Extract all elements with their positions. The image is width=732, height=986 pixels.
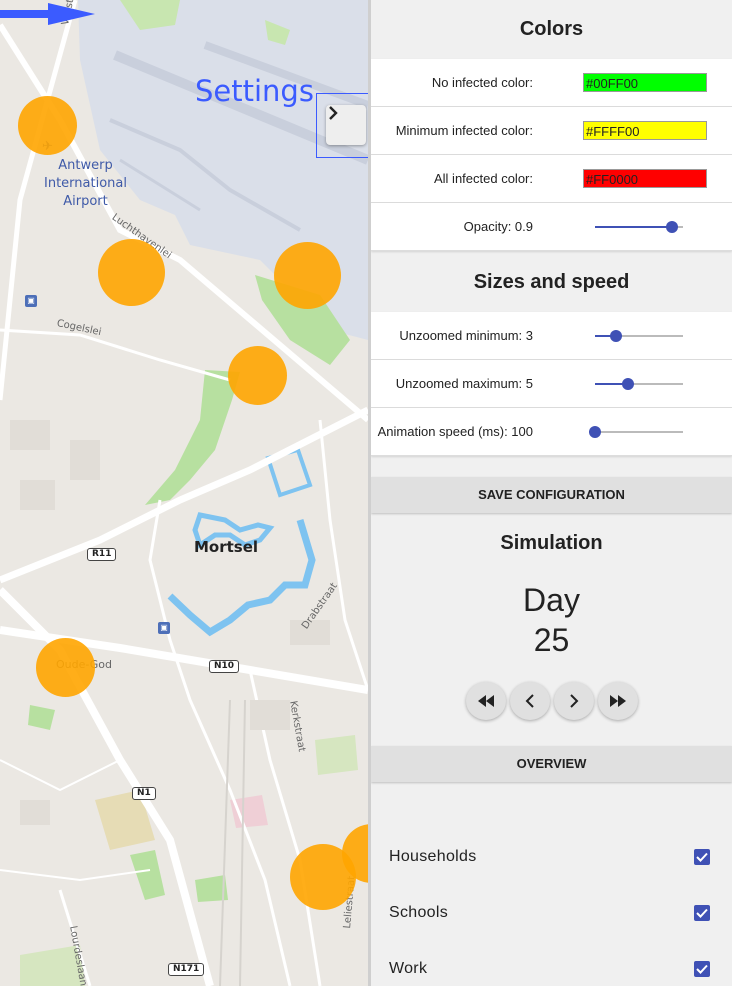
day-display: Day 25 [371,580,732,660]
train-station-icon: ▣ [158,622,170,634]
train-station-icon: ▣ [25,295,37,307]
simulation-section-title: Simulation [500,532,603,554]
airport-label-line: Antwerp [58,158,113,173]
fast-rewind-icon [478,695,494,707]
infection-circle[interactable] [98,239,165,306]
no-infected-color-row: No infected color: #00FF00 [371,59,732,107]
airport-label: Antwerp International Airport [44,157,127,211]
fast-forward-icon [610,695,626,707]
animation-speed-slider[interactable] [589,425,683,439]
minimum-infected-color-label: Minimum infected color: [395,123,533,138]
schools-label: Schools [389,904,449,921]
infection-circle[interactable] [228,346,287,405]
road-shield: N1 [132,787,156,800]
opacity-label: Opacity: 0.9 [463,219,533,234]
settings-annotation-text: Settings [195,74,314,108]
unzoomed-minimum-label: Unzoomed minimum: 3 [399,328,533,343]
work-label: Work [389,960,428,977]
day-label: Day [523,582,580,618]
road-shield: R11 [87,548,117,561]
fast-rewind-button[interactable] [466,682,506,720]
next-day-button[interactable] [554,682,594,720]
minimum-infected-color-row: Minimum infected color: #FFFF00 [371,107,732,155]
chevron-left-icon [525,694,534,708]
colors-section-title: Colors [519,18,584,40]
overview-button[interactable]: OVERVIEW [371,746,732,782]
chevron-right-icon [329,106,338,120]
all-infected-color-label: All infected color: [434,171,533,186]
unzoomed-minimum-row: Unzoomed minimum: 3 [371,312,732,360]
no-infected-color-label: No infected color: [431,75,533,90]
animation-speed-row: Animation speed (ms): 100 [371,408,732,456]
infection-circle[interactable] [290,844,356,910]
infection-circle[interactable] [36,638,95,697]
unzoomed-maximum-slider[interactable] [595,377,683,391]
infection-circle[interactable] [18,96,77,155]
slider-knob[interactable] [610,329,623,342]
unzoomed-maximum-label: Unzoomed maximum: 5 [395,376,533,391]
town-label: Mortsel [194,538,259,556]
airport-label-line: Airport [63,194,108,209]
schools-toggle[interactable]: Schools [389,899,710,927]
slider-knob[interactable] [666,220,679,233]
checkmark-icon [696,908,708,918]
work-checkbox[interactable] [694,961,710,977]
work-toggle[interactable]: Work [389,955,710,983]
chevron-right-icon [570,694,579,708]
animation-speed-label: Animation speed (ms): 100 [377,424,533,439]
unzoomed-maximum-row: Unzoomed maximum: 5 [371,360,732,408]
households-label: Households [389,848,477,865]
households-toggle[interactable]: Households [389,843,710,871]
checkmark-icon [696,964,708,974]
map[interactable]: ✈ Antwerp International Airport Vosstraa… [0,0,368,986]
minimum-infected-color-input[interactable]: #FFFF00 [583,121,707,140]
schools-checkbox[interactable] [694,905,710,921]
all-infected-color-row: All infected color: #FF0000 [371,155,732,203]
infection-circle[interactable] [274,242,341,309]
road-shield: N171 [168,963,205,976]
sizes-section-title: Sizes and speed [473,271,630,293]
previous-day-button[interactable] [510,682,550,720]
day-number: 25 [533,622,570,658]
all-infected-color-input[interactable]: #FF0000 [583,169,707,188]
fast-forward-button[interactable] [598,682,638,720]
slider-knob[interactable] [621,377,634,390]
no-infected-color-input[interactable]: #00FF00 [583,73,707,92]
arrow-right-icon [0,3,95,25]
opacity-row: Opacity: 0.9 [371,203,732,251]
unzoomed-minimum-slider[interactable] [595,329,683,343]
settings-toggle-button[interactable] [326,105,366,145]
airport-label-line: International [44,176,127,191]
households-checkbox[interactable] [694,849,710,865]
slider-knob[interactable] [589,425,601,438]
checkmark-icon [696,852,708,862]
settings-panel: Colors No infected color: #00FF00 Minimu… [368,0,732,986]
save-configuration-button[interactable]: SAVE CONFIGURATION [371,477,732,513]
road-shield: N10 [209,660,240,673]
opacity-slider[interactable] [595,220,683,234]
